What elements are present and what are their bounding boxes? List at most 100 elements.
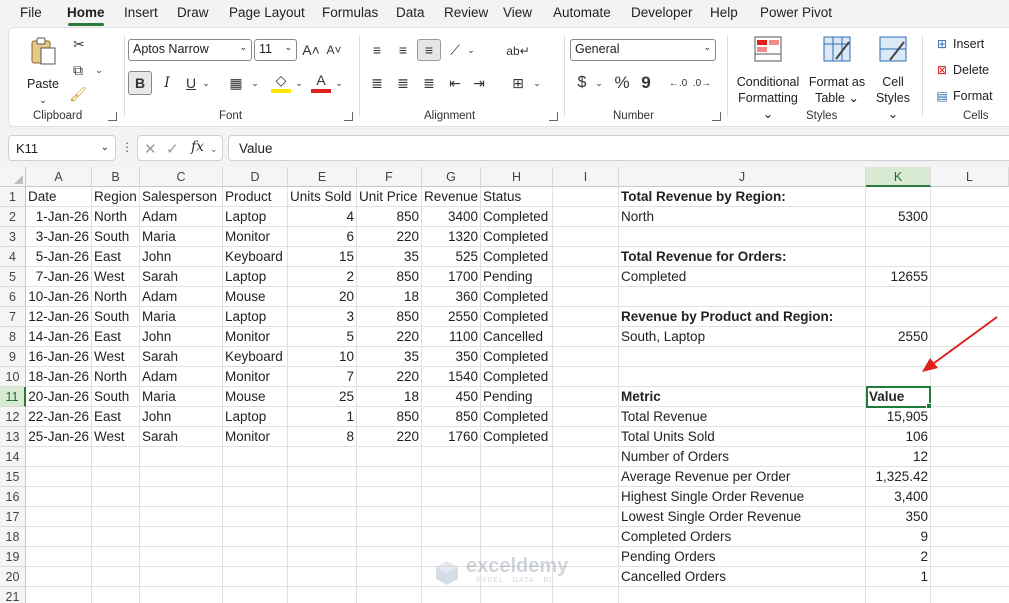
data-cell[interactable]: 1760 xyxy=(422,427,478,447)
row-header-21[interactable]: 21 xyxy=(0,587,26,603)
copy-icon[interactable]: ⧉ xyxy=(67,60,89,80)
tab-power-pivot[interactable]: Power Pivot xyxy=(760,5,832,20)
data-cell[interactable]: East xyxy=(94,327,121,347)
fill-handle[interactable] xyxy=(926,403,932,409)
decrease-decimal-icon[interactable]: .0→ xyxy=(691,72,713,94)
data-cell[interactable]: Mouse xyxy=(225,287,266,307)
row-header-5[interactable]: 5 xyxy=(0,267,26,287)
font-color-chevron-icon[interactable]: ⌄ xyxy=(333,74,345,92)
metric-value-cell[interactable]: 12 xyxy=(866,447,928,467)
column-header-j[interactable]: J xyxy=(619,167,866,187)
row-header-13[interactable]: 13 xyxy=(0,427,26,447)
number-format-dropdown[interactable]: General ⌄ xyxy=(570,39,716,61)
orders-label-cell[interactable]: Completed xyxy=(621,267,686,287)
header-cell[interactable]: Region xyxy=(94,187,137,207)
row-header-6[interactable]: 6 xyxy=(0,287,26,307)
data-cell[interactable]: 35 xyxy=(357,347,419,367)
increase-font-icon[interactable]: A˄ xyxy=(302,40,320,60)
format-cells-icon[interactable]: ▤ xyxy=(933,87,951,105)
metric-value-cell[interactable]: 9 xyxy=(866,527,928,547)
orientation-chevron-icon[interactable]: ⌄ xyxy=(465,41,477,59)
insert-cells-icon[interactable]: ⊞ xyxy=(933,35,951,53)
align-top-icon[interactable]: ≡ xyxy=(367,40,387,60)
data-cell[interactable]: 20-Jan-26 xyxy=(26,387,89,407)
data-cell[interactable]: Completed xyxy=(483,347,548,367)
tab-review[interactable]: Review xyxy=(444,5,488,20)
data-cell[interactable]: Completed xyxy=(483,427,548,447)
column-header-k[interactable]: K xyxy=(866,167,931,187)
merge-center-icon[interactable]: ⊞ xyxy=(507,73,529,93)
data-cell[interactable]: 14-Jan-26 xyxy=(26,327,89,347)
metric-value-cell[interactable]: 1 xyxy=(866,567,928,587)
data-cell[interactable]: Laptop xyxy=(225,307,266,327)
orientation-icon[interactable]: ⟋ xyxy=(445,40,465,60)
italic-button[interactable]: I xyxy=(158,73,176,93)
data-cell[interactable]: Adam xyxy=(142,287,177,307)
font-color-icon[interactable]: A xyxy=(311,71,331,93)
data-cell[interactable]: Sarah xyxy=(142,427,178,447)
data-cell[interactable]: 1-Jan-26 xyxy=(26,207,89,227)
metric-name-cell[interactable]: Average Revenue per Order xyxy=(621,467,790,487)
column-header-c[interactable]: C xyxy=(140,167,223,187)
header-cell[interactable]: Units Sold xyxy=(290,187,352,207)
row-header-8[interactable]: 8 xyxy=(0,327,26,347)
header-cell[interactable]: Salesperson xyxy=(142,187,217,207)
row-header-7[interactable]: 7 xyxy=(0,307,26,327)
data-cell[interactable]: South xyxy=(94,387,129,407)
metric-name-cell[interactable]: Number of Orders xyxy=(621,447,729,467)
header-cell[interactable]: Revenue xyxy=(424,187,478,207)
data-cell[interactable]: Laptop xyxy=(225,267,266,287)
prodreg-label-cell[interactable]: South, Laptop xyxy=(621,327,705,347)
enter-check-icon[interactable]: ✓ xyxy=(166,140,179,158)
align-center-icon[interactable]: ≣ xyxy=(393,73,413,93)
row-header-14[interactable]: 14 xyxy=(0,447,26,467)
data-cell[interactable]: Completed xyxy=(483,207,548,227)
data-cell[interactable]: South xyxy=(94,307,129,327)
data-cell[interactable]: 3 xyxy=(288,307,354,327)
data-cell[interactable]: East xyxy=(94,407,121,427)
data-cell[interactable]: 7-Jan-26 xyxy=(26,267,89,287)
data-cell[interactable]: Sarah xyxy=(142,347,178,367)
data-cell[interactable]: 25-Jan-26 xyxy=(26,427,89,447)
row-header-4[interactable]: 4 xyxy=(0,247,26,267)
metric-name-cell[interactable]: Total Revenue xyxy=(621,407,707,427)
decrease-indent-icon[interactable]: ⇤ xyxy=(445,73,465,93)
data-cell[interactable]: 5 xyxy=(288,327,354,347)
insert-button[interactable]: Insert xyxy=(953,37,984,51)
row-header-20[interactable]: 20 xyxy=(0,567,26,587)
underline-chevron-icon[interactable]: ⌄ xyxy=(200,74,212,92)
data-cell[interactable]: North xyxy=(94,287,127,307)
data-cell[interactable]: West xyxy=(94,427,125,447)
paste-button[interactable]: Paste ⌄ xyxy=(23,36,63,108)
font-launcher-icon[interactable] xyxy=(344,112,353,121)
data-cell[interactable]: West xyxy=(94,347,125,367)
select-all-button[interactable] xyxy=(0,167,26,187)
alignment-launcher-icon[interactable] xyxy=(549,112,558,121)
data-cell[interactable]: 7 xyxy=(288,367,354,387)
data-cell[interactable]: 6 xyxy=(288,227,354,247)
column-header-d[interactable]: D xyxy=(223,167,288,187)
increase-decimal-icon[interactable]: ←.0 xyxy=(667,72,689,94)
data-cell[interactable]: Completed xyxy=(483,307,548,327)
column-header-b[interactable]: B xyxy=(92,167,140,187)
tab-page-layout[interactable]: Page Layout xyxy=(229,5,305,20)
copy-chevron-icon[interactable]: ⌄ xyxy=(93,62,105,78)
data-cell[interactable]: North xyxy=(94,367,127,387)
data-cell[interactable]: Completed xyxy=(483,287,548,307)
data-cell[interactable]: Completed xyxy=(483,367,548,387)
row-header-12[interactable]: 12 xyxy=(0,407,26,427)
metric-value-cell[interactable]: 350 xyxy=(866,507,928,527)
borders-chevron-icon[interactable]: ⌄ xyxy=(249,74,261,92)
tab-view[interactable]: View xyxy=(503,5,532,20)
data-cell[interactable]: 22-Jan-26 xyxy=(26,407,89,427)
row-header-17[interactable]: 17 xyxy=(0,507,26,527)
comma-style-icon[interactable]: 9 xyxy=(639,72,653,94)
format-button[interactable]: Format xyxy=(953,89,993,103)
column-header-e[interactable]: E xyxy=(288,167,357,187)
metric-value-cell[interactable]: 3,400 xyxy=(866,487,928,507)
underline-button[interactable]: U xyxy=(182,73,200,93)
data-cell[interactable]: John xyxy=(142,247,171,267)
data-cell[interactable]: 1540 xyxy=(422,367,478,387)
cut-icon[interactable]: ✂ xyxy=(69,34,89,54)
font-size-dropdown[interactable]: 11 ⌄ xyxy=(254,39,297,61)
